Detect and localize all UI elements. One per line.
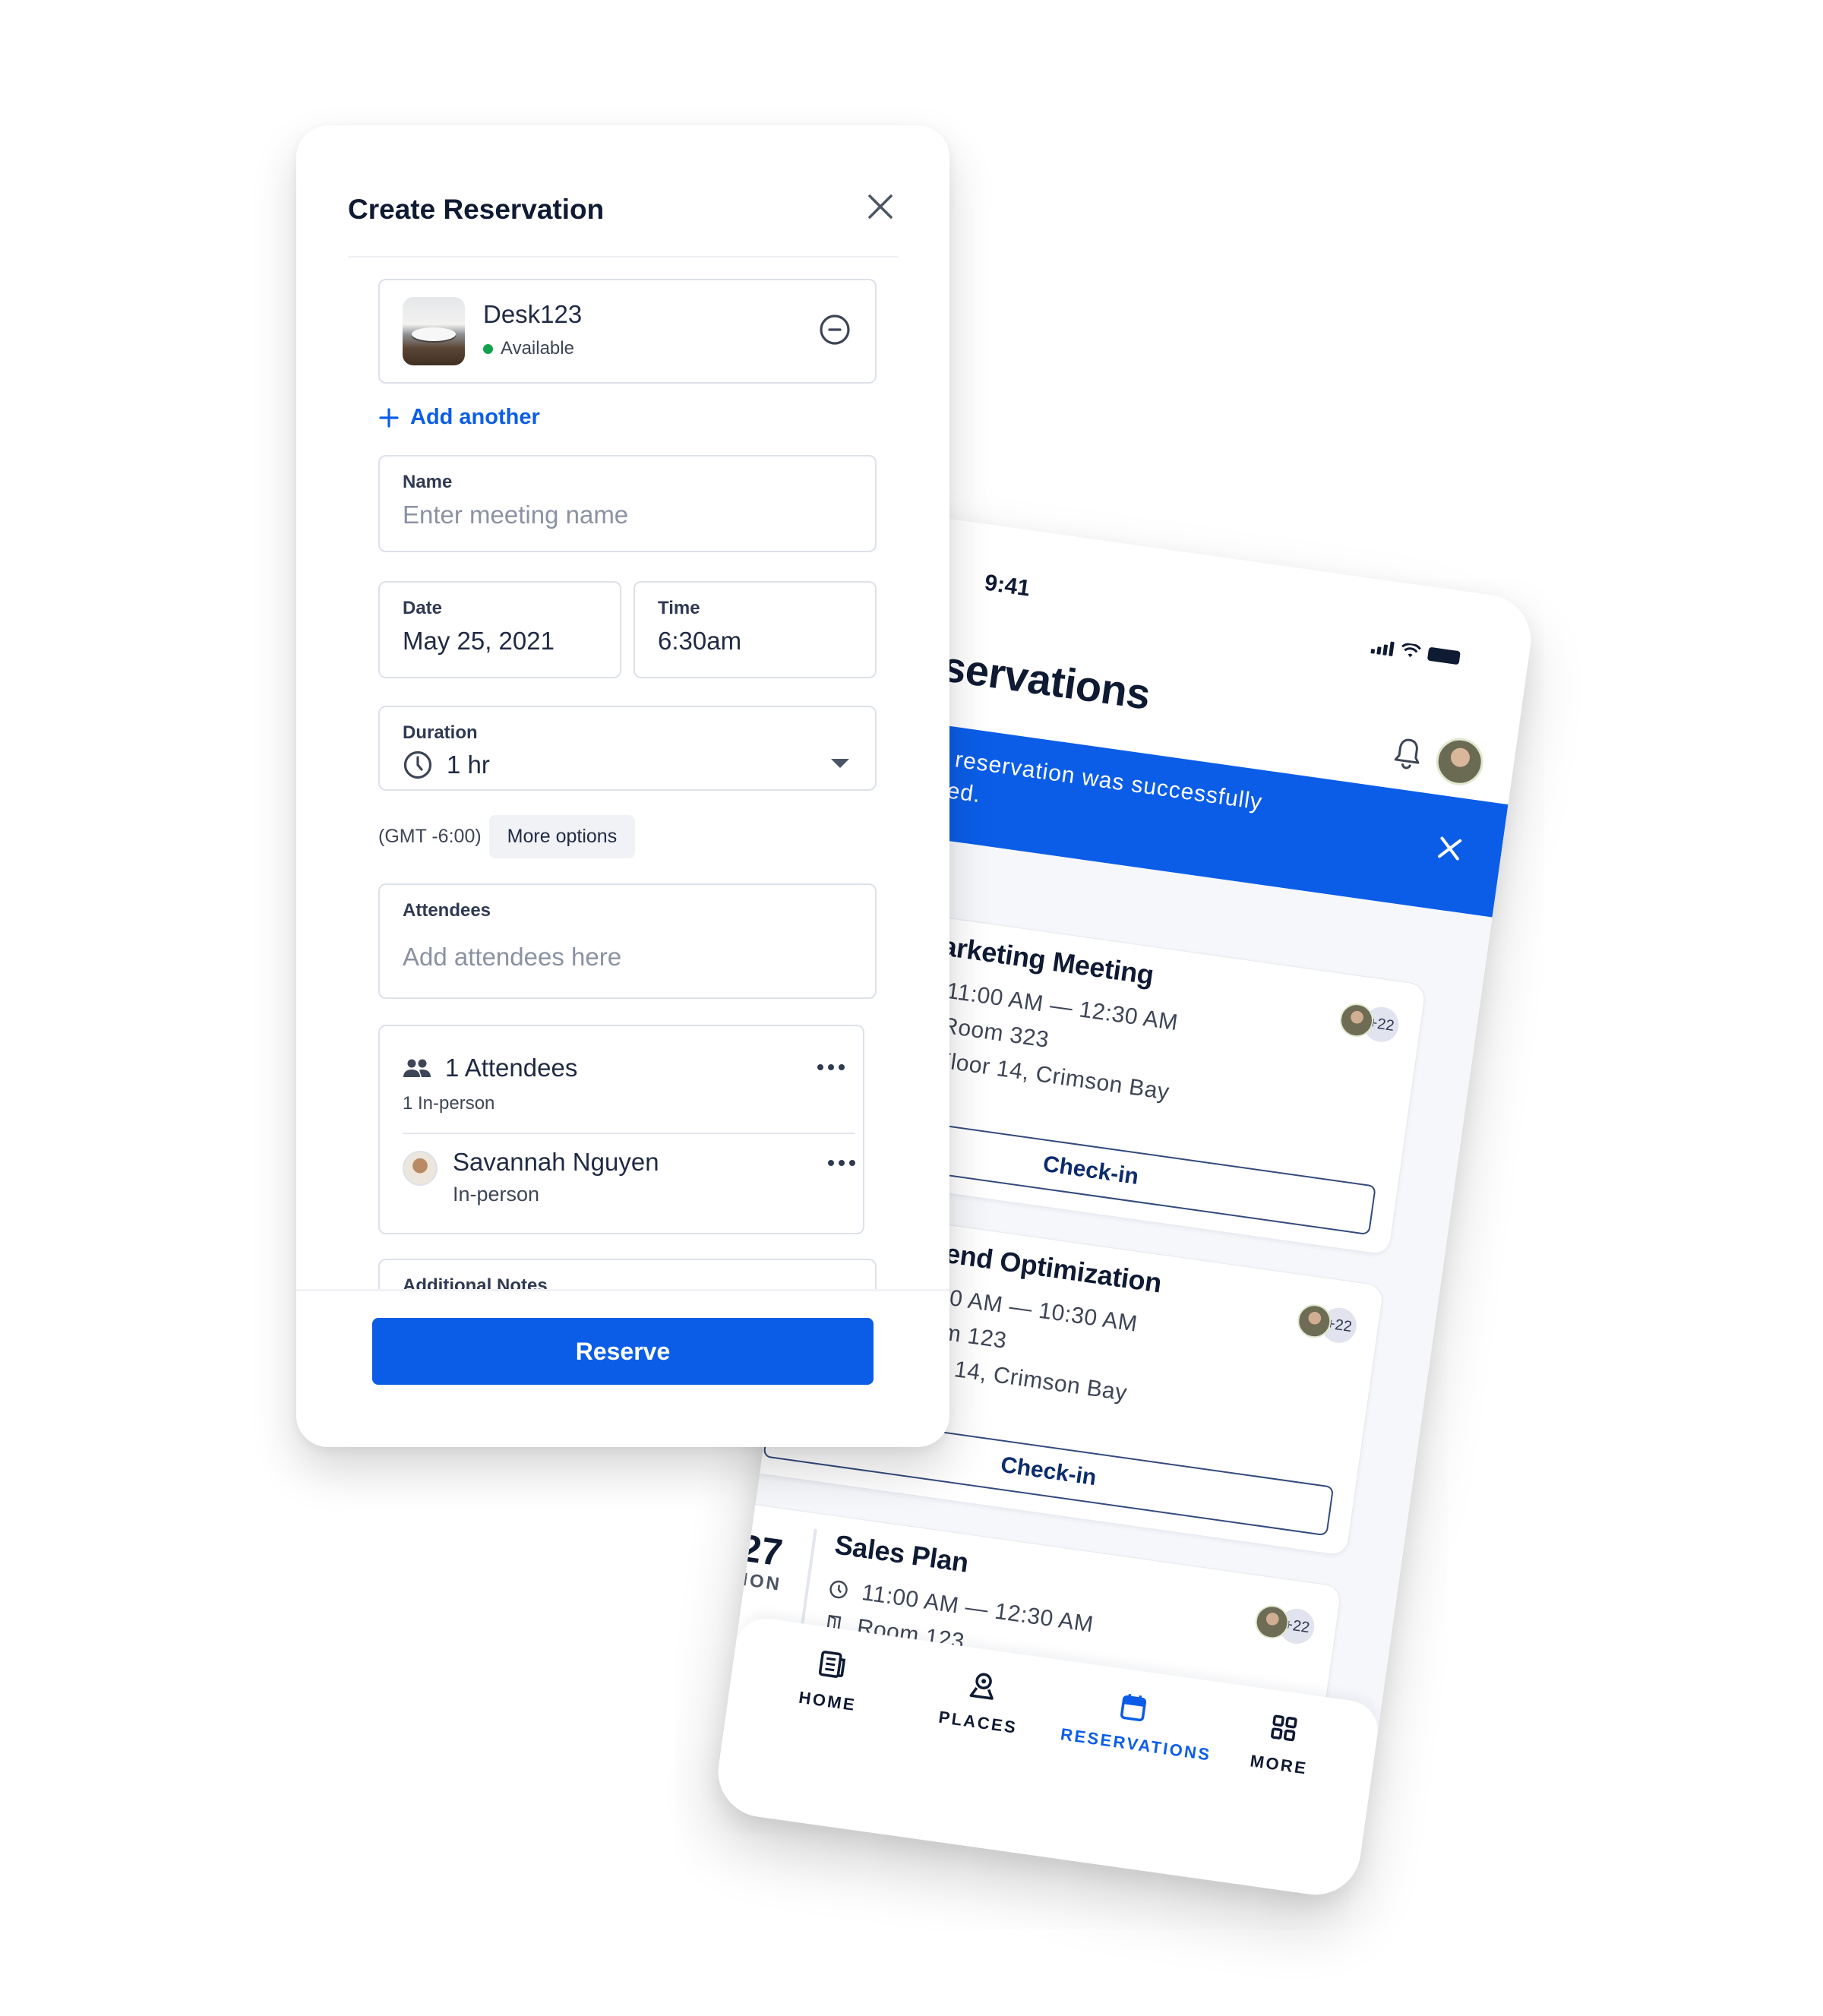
- more-horizontal-icon[interactable]: [828, 1160, 858, 1169]
- tab-places[interactable]: PLACES: [909, 1661, 1054, 1742]
- attendee-list: 1 Attendees 1 In-person Savannah Nguyen …: [378, 1025, 864, 1234]
- tab-more[interactable]: MORE: [1210, 1704, 1354, 1784]
- resource-thumbnail: [403, 297, 465, 365]
- remove-circle-icon[interactable]: [817, 312, 852, 347]
- add-another-button[interactable]: Add another: [378, 405, 540, 430]
- signal-icon: [1370, 638, 1395, 657]
- bell-icon[interactable]: [1391, 735, 1426, 773]
- modal-title: Create Reservation: [348, 194, 605, 225]
- tab-label: HOME: [798, 1687, 858, 1715]
- people-icon: [403, 1059, 431, 1077]
- reserve-button[interactable]: Reserve: [372, 1318, 874, 1385]
- status-icons: [1370, 638, 1461, 665]
- battery-icon: [1426, 646, 1461, 665]
- tab-reservations[interactable]: RESERVATIONS: [1059, 1683, 1213, 1765]
- field-label: Time: [658, 598, 700, 618]
- create-reservation-modal: Create Reservation Desk123 Available Add…: [296, 125, 949, 1447]
- attendee-count: 1 Attendees: [445, 1054, 578, 1082]
- name-field: Name: [378, 455, 877, 552]
- resource-status: Available: [483, 338, 574, 359]
- reservation-date: 27 MON: [714, 1523, 806, 1597]
- attendee-mode: In-person: [453, 1183, 540, 1205]
- field-label: Name: [403, 472, 453, 492]
- attendee-breakdown: 1 In-person: [403, 1093, 495, 1114]
- map-pin-person-icon: [969, 1673, 994, 1700]
- duration-select[interactable]: Duration 1 hr: [378, 706, 877, 791]
- timezone-row: (GMT -6:00) More options: [378, 815, 636, 858]
- date-field[interactable]: Date May 25, 2021: [378, 581, 621, 678]
- close-icon[interactable]: [1434, 833, 1465, 864]
- field-label: Duration: [403, 722, 478, 743]
- divider: [403, 1133, 855, 1134]
- timezone-label: (GMT -6:00): [378, 826, 482, 847]
- newspaper-icon: [818, 1651, 846, 1678]
- wifi-icon: [1401, 643, 1421, 658]
- field-label: Date: [403, 598, 443, 618]
- date-day: 27: [737, 1526, 785, 1575]
- more-horizontal-icon[interactable]: [817, 1064, 848, 1073]
- plus-icon: [379, 407, 399, 428]
- date-value[interactable]: May 25, 2021: [403, 627, 597, 656]
- attendee-name: Savannah Nguyen: [453, 1148, 659, 1176]
- status-text: Available: [501, 338, 574, 359]
- add-another-label: Add another: [410, 405, 540, 429]
- grid-icon: [1271, 1714, 1297, 1742]
- status-time: 9:41: [983, 570, 1032, 602]
- tab-label: PLACES: [937, 1707, 1019, 1737]
- time-field[interactable]: Time 6:30am: [633, 581, 877, 678]
- modal-footer: Reserve: [296, 1289, 949, 1447]
- tab-label: MORE: [1249, 1751, 1309, 1778]
- avatar: [403, 1151, 438, 1186]
- name-input[interactable]: [403, 501, 852, 529]
- close-icon[interactable]: [863, 189, 898, 224]
- status-dot: [483, 343, 493, 354]
- time-value[interactable]: 6:30am: [658, 627, 852, 656]
- field-label: Attendees: [403, 900, 491, 921]
- attendees-field: Attendees: [378, 883, 877, 999]
- tab-home[interactable]: HOME: [758, 1640, 902, 1721]
- attendee-summary: 1 Attendees: [403, 1054, 577, 1082]
- user-avatar[interactable]: [1433, 735, 1487, 788]
- calendar-icon: [1120, 1694, 1147, 1722]
- more-options-button[interactable]: More options: [488, 815, 636, 858]
- clock-icon: [403, 750, 432, 779]
- resource-name: Desk123: [483, 300, 583, 328]
- tab-label: RESERVATIONS: [1059, 1724, 1213, 1765]
- divider: [348, 256, 898, 258]
- modal-header: Create Reservation: [348, 194, 898, 247]
- duration-value: 1 hr: [447, 750, 490, 779]
- selected-resource-card: Desk123 Available: [378, 279, 877, 384]
- attendees-input[interactable]: [403, 943, 852, 972]
- clock-icon: [829, 1580, 848, 1599]
- chevron-down-icon[interactable]: [831, 759, 849, 768]
